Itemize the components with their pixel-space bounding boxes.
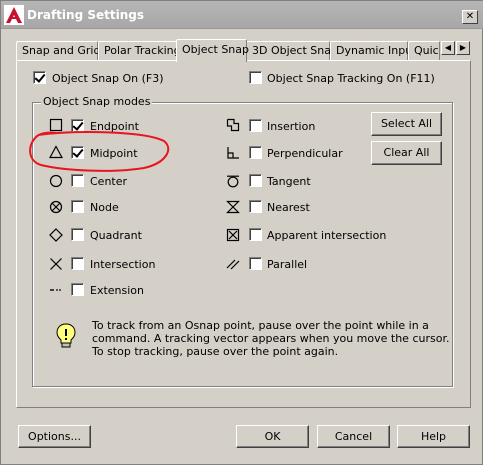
apparent-intersection-label: Apparent intersection [267, 229, 387, 242]
nearest-label: Nearest [267, 201, 310, 214]
insertion-label: Insertion [267, 120, 316, 133]
info-line: command. A tracking vector appears when … [92, 332, 450, 345]
endpoint-label: Endpoint [90, 120, 139, 133]
tab-polar-tracking[interactable]: Polar Tracking [98, 41, 181, 61]
lightbulb-icon [56, 323, 76, 348]
hourglass-marker-icon [226, 200, 240, 214]
help-button[interactable]: Help [397, 425, 470, 448]
apparent-intersection-checkbox[interactable] [249, 228, 262, 241]
tab-strip: Snap and Grid Polar Tracking Object Snap… [16, 39, 476, 62]
options-button[interactable]: Options... [18, 425, 91, 448]
extension-marker-icon [50, 289, 61, 291]
center-label: Center [90, 175, 128, 188]
insertion-checkbox[interactable] [249, 119, 262, 132]
ok-button[interactable]: OK [236, 425, 309, 448]
triangle-marker-icon [49, 145, 63, 159]
info-line: To stop tracking, pause over the point a… [92, 345, 339, 358]
object-snap-on-checkbox[interactable] [33, 71, 46, 84]
cancel-button[interactable]: Cancel [317, 425, 390, 448]
x-marker-icon [50, 258, 62, 270]
object-snap-tracking-label: Object Snap Tracking On (F11) [267, 72, 435, 85]
intersection-label: Intersection [90, 258, 156, 271]
tracking-info-text: To track from an Osnap point, pause over… [92, 319, 450, 358]
close-icon: ✕ [465, 11, 475, 22]
node-label: Node [90, 201, 119, 214]
intersection-checkbox[interactable] [71, 257, 84, 270]
autocad-logo-icon [4, 5, 24, 25]
tab-scroll-left-icon[interactable]: ◀ [441, 41, 455, 55]
boxed-x-marker-icon [226, 228, 240, 242]
tangent-label: Tangent [267, 175, 311, 188]
quadrant-checkbox[interactable] [71, 228, 84, 241]
extension-label: Extension [90, 284, 145, 297]
tab-object-snap[interactable]: Object Snap [176, 39, 249, 62]
midpoint-label: Midpoint [90, 147, 138, 160]
parallel-marker-icon [226, 259, 240, 270]
tab-scroll-right-icon[interactable]: ▶ [456, 41, 470, 55]
perpendicular-label: Perpendicular [267, 147, 343, 160]
close-button[interactable]: ✕ [462, 10, 478, 24]
drafting-settings-dialog: Drafting Settings ✕ Snap and Grid Polar … [0, 0, 483, 465]
quadrant-label: Quadrant [90, 229, 142, 242]
midpoint-checkbox[interactable] [71, 146, 84, 159]
square-marker-icon [49, 118, 63, 132]
object-snap-modes-title: Object Snap modes [41, 95, 153, 108]
perpendicular-checkbox[interactable] [249, 146, 262, 159]
perpendicular-marker-icon [227, 147, 239, 159]
parallel-checkbox[interactable] [249, 257, 262, 270]
tangent-checkbox[interactable] [249, 174, 262, 187]
tab-dynamic-input[interactable]: Dynamic Input [330, 41, 417, 61]
info-line: To track from an Osnap point, pause over… [92, 319, 429, 332]
window-title: Drafting Settings [27, 8, 144, 22]
select-all-button[interactable]: Select All [371, 112, 442, 136]
circle-marker-icon [49, 174, 63, 188]
object-snap-tracking-checkbox[interactable] [249, 71, 262, 84]
clear-all-button[interactable]: Clear All [371, 141, 442, 165]
node-checkbox[interactable] [71, 200, 84, 213]
tab-3d-object-snap[interactable]: 3D Object Snap [246, 41, 338, 61]
tangent-marker-icon [227, 175, 239, 188]
diamond-marker-icon [49, 228, 63, 242]
tab-quick-properties[interactable]: Quic [408, 41, 440, 61]
center-checkbox[interactable] [71, 174, 84, 187]
parallel-label: Parallel [267, 258, 308, 271]
extension-checkbox[interactable] [71, 283, 84, 296]
node-marker-icon [49, 200, 63, 214]
nearest-checkbox[interactable] [249, 200, 262, 213]
object-snap-on-label: Object Snap On (F3) [52, 72, 164, 85]
title-bar[interactable]: Drafting Settings ✕ [1, 1, 483, 29]
endpoint-checkbox[interactable] [71, 119, 84, 132]
insertion-marker-icon [226, 118, 240, 132]
tab-snap-and-grid[interactable]: Snap and Grid [16, 41, 100, 61]
